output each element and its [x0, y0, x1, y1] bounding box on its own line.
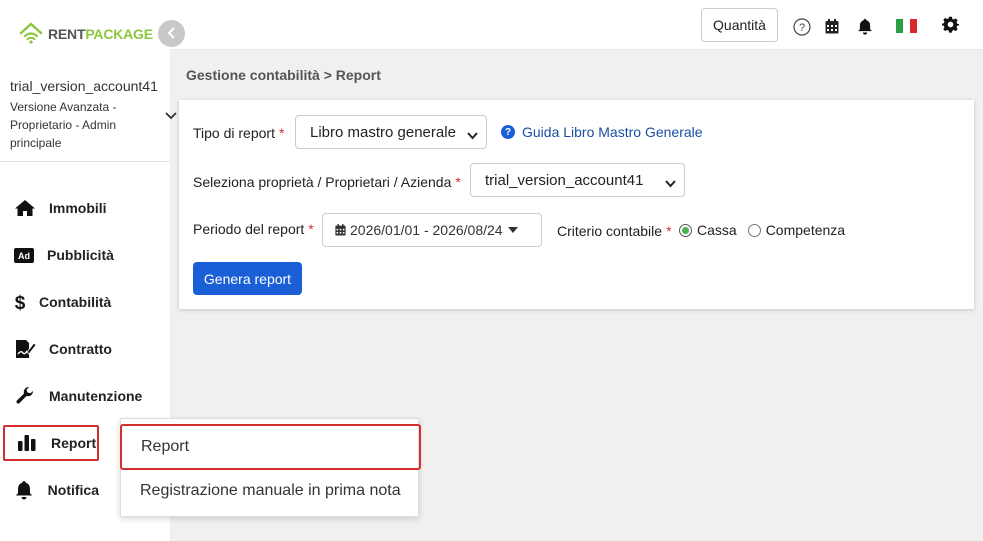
submenu-item-report[interactable]: Report [120, 424, 421, 470]
svg-text:Ad: Ad [18, 251, 30, 261]
logo[interactable]: RENTPACKAGE [18, 20, 153, 48]
account-name: trial_version_account41 [10, 78, 158, 94]
chevron-down-icon [467, 127, 478, 144]
report-type-label: Tipo di report * [193, 125, 285, 141]
account-role: Versione Avanzata - Proprietario - Admin… [10, 100, 117, 150]
calendar-icon[interactable] [825, 19, 839, 34]
period-date-range-picker[interactable]: 2026/01/01 - 2026/08/24 [322, 213, 542, 247]
radio-competenza[interactable] [747, 223, 761, 237]
home-icon [14, 198, 36, 218]
sidebar-item-label: Contabilità [39, 294, 112, 310]
report-submenu: Report Registrazione manuale in prima no… [120, 418, 421, 517]
period-label: Periodo del report * [193, 221, 314, 237]
chevron-left-icon [167, 26, 177, 42]
top-bar: Quantità ? [170, 0, 983, 50]
sidebar-item-label: Report [51, 435, 97, 451]
sidebar-item-manutenzione[interactable]: Manutenzione [3, 378, 153, 414]
period-value: 2026/01/01 - 2026/08/24 [350, 222, 503, 238]
help-icon[interactable]: ? [793, 18, 811, 36]
radio-competenza-label: Competenza [765, 222, 846, 238]
bar-chart-icon [16, 433, 38, 453]
bell-icon[interactable] [857, 18, 873, 35]
sidebar-item-immobili[interactable]: Immobili [3, 190, 107, 226]
bell-icon [14, 480, 35, 500]
radio-cassa-label: Cassa [697, 222, 737, 238]
sidebar-item-pubblicita[interactable]: Ad Pubblicità [3, 237, 114, 273]
sidebar-item-label: Manutenzione [49, 388, 143, 404]
italy-flag-icon[interactable] [896, 19, 917, 33]
property-select[interactable]: trial_version_account41 [470, 163, 685, 197]
caret-down-icon [507, 227, 518, 233]
guide-link-text: Guida Libro Mastro Generale [522, 124, 703, 140]
guide-link[interactable]: ? Guida Libro Mastro Generale [501, 124, 703, 140]
sidebar-item-label: Pubblicità [47, 247, 114, 263]
quantity-button[interactable]: Quantità [701, 8, 778, 42]
calendar-icon [335, 224, 346, 236]
property-value: trial_version_account41 [485, 171, 644, 189]
help-circle-icon: ? [501, 125, 515, 139]
report-type-select[interactable]: Libro mastro generale [295, 115, 487, 149]
generate-report-button[interactable]: Genera report [193, 262, 302, 295]
sidebar-item-label: Contratto [49, 341, 112, 357]
submenu-item-manual-entry[interactable]: Registrazione manuale in prima nota [121, 469, 420, 512]
criterion-radio-group: Cassa Competenza [679, 222, 845, 238]
radio-cassa[interactable] [679, 223, 692, 237]
svg-text:?: ? [799, 22, 805, 34]
chevron-down-icon [665, 175, 676, 192]
criterion-label: Criterio contabile * [557, 223, 672, 239]
sidebar-divider [0, 161, 170, 162]
logo-text: RENTPACKAGE [48, 26, 153, 42]
gear-icon[interactable] [942, 16, 959, 33]
dollar-icon: $ [14, 292, 26, 312]
report-type-value: Libro mastro generale [310, 123, 456, 141]
sidebar-item-label: Notifica [47, 482, 99, 498]
sidebar-item-contabilita[interactable]: $ Contabilità [3, 284, 112, 320]
sidebar-item-report[interactable]: Report [3, 425, 99, 461]
wrench-icon [14, 386, 36, 406]
collapse-sidebar-button[interactable] [158, 20, 185, 47]
sidebar-item-notifica[interactable]: Notifica [3, 472, 99, 508]
property-label: Seleziona proprietà / Proprietari / Azie… [193, 174, 461, 190]
svg-text:$: $ [15, 293, 26, 312]
breadcrumb: Gestione contabilità > Report [186, 67, 381, 83]
chevron-down-icon[interactable] [165, 107, 177, 123]
ad-icon: Ad [14, 245, 34, 265]
report-form-card: Tipo di report * Libro mastro generale ? … [179, 100, 974, 309]
account-info[interactable]: trial_version_account41 Versione Avanzat… [10, 78, 160, 152]
sidebar-item-contratto[interactable]: Contratto [3, 331, 112, 367]
sidebar-item-label: Immobili [49, 200, 107, 216]
wifi-house-icon [18, 20, 44, 49]
contract-icon [14, 339, 36, 359]
